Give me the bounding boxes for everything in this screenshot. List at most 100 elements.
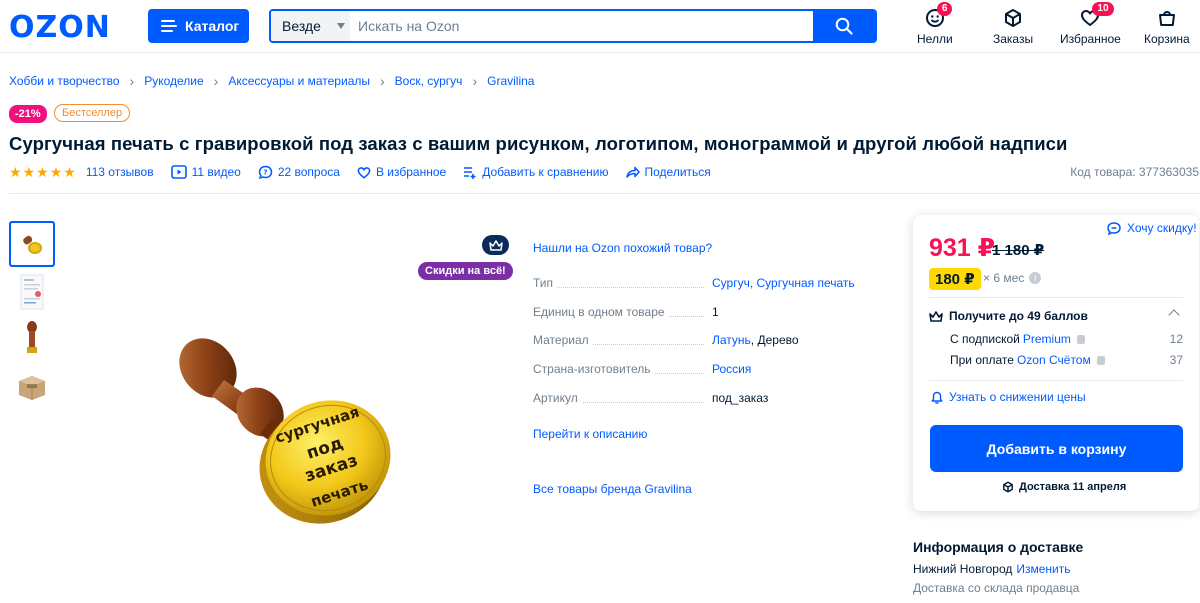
- stamp-thumbnail-image: [23, 235, 42, 254]
- reviews-link[interactable]: 113 отзывов: [86, 165, 154, 179]
- points-header[interactable]: Получите до 49 баллов: [929, 309, 1088, 323]
- points-title: Получите до 49 баллов: [949, 309, 1088, 323]
- breadcrumb-item[interactable]: Аксессуары и материалы: [228, 74, 370, 88]
- old-price: 1 180 ₽: [992, 242, 1045, 259]
- breadcrumb-item[interactable]: Воск, сургуч: [395, 74, 463, 88]
- videos-label: 11 видео: [191, 165, 241, 179]
- gallery-thumbnail[interactable]: [9, 221, 55, 267]
- questions-link[interactable]: ? 22 вопроса: [258, 165, 340, 180]
- header-divider: [0, 52, 1200, 53]
- spec-value: под_заказ: [712, 391, 769, 405]
- installment-months: × 6 мес: [983, 271, 1025, 285]
- points-row-value: 12: [1169, 332, 1183, 346]
- product-meta-bar: ★ ★ ★ ★ ★ 113 отзывов 11 видео ? 22 вопр…: [9, 164, 728, 180]
- go-to-description-link[interactable]: Перейти к описанию: [533, 427, 647, 441]
- search-button[interactable]: [813, 11, 875, 41]
- bell-icon: [931, 391, 943, 404]
- breadcrumb: Хобби и творчество › Рукоделие › Аксессу…: [9, 73, 534, 89]
- bestseller-badge[interactable]: Бестселлер: [54, 104, 131, 122]
- catalog-button[interactable]: Каталог: [148, 9, 249, 43]
- question-bubble-icon: ?: [258, 165, 273, 179]
- gallery-thumbnail[interactable]: [9, 363, 55, 409]
- box-icon: [1003, 481, 1013, 493]
- product-title: Сургучная печать с гравировкой под заказ…: [9, 133, 1068, 154]
- spec-key: Тип: [533, 276, 558, 290]
- spec-key: Материал: [533, 333, 593, 347]
- content-divider: [9, 193, 1200, 194]
- compare-link[interactable]: Добавить к сравнению: [463, 165, 609, 179]
- delivery-from-stock: Доставка со склада продавца: [913, 581, 1080, 595]
- product-sku[interactable]: Код товара: 377363035: [1070, 165, 1199, 179]
- breadcrumb-item[interactable]: Рукоделие: [144, 74, 203, 88]
- change-city-link[interactable]: Изменить: [1016, 562, 1070, 576]
- delivery-city-name: Нижний Новгород: [913, 562, 1013, 576]
- search-input[interactable]: [350, 11, 813, 41]
- box-icon: [1005, 9, 1022, 27]
- notify-label: Узнать о снижении цены: [949, 390, 1086, 404]
- spec-key: Единиц в одном товаре: [533, 305, 669, 319]
- ozon-logo[interactable]: OZON: [9, 10, 111, 45]
- star-icon: ★: [36, 164, 49, 180]
- sales-everything-badge[interactable]: Скидки на всё!: [418, 262, 513, 280]
- delivery-info-title: Информация о доставке: [913, 539, 1084, 555]
- spec-value: 1: [712, 305, 719, 319]
- favorites-badge: 10: [1092, 2, 1114, 16]
- search-icon: [835, 17, 853, 35]
- star-icon: ★: [22, 164, 36, 180]
- search-bar: Везде: [269, 9, 877, 43]
- spec-row: Материал Латунь, Дерево: [533, 333, 863, 347]
- add-favorite-link[interactable]: В избранное: [357, 165, 446, 179]
- points-row-label: С подпиской: [950, 332, 1020, 346]
- rating-stars[interactable]: ★ ★ ★ ★ ★: [9, 165, 76, 179]
- spec-value: , Дерево: [750, 333, 799, 347]
- gallery-thumbnail[interactable]: [9, 316, 55, 362]
- share-link[interactable]: Поделиться: [625, 165, 711, 179]
- header-orders[interactable]: Заказы: [993, 6, 1033, 46]
- delivery-date: Доставка 11 апреля: [1002, 481, 1126, 493]
- ozon-account-link[interactable]: Ozon Счётом: [1017, 353, 1091, 367]
- chevron-right-icon: ›: [380, 73, 385, 89]
- similar-product-link[interactable]: Нашли на Ozon похожий товар?: [533, 241, 712, 255]
- info-icon[interactable]: i: [1029, 272, 1042, 284]
- cart-icon: [1158, 11, 1175, 26]
- video-icon: [170, 165, 187, 179]
- compare-list-icon: [464, 166, 476, 179]
- crown-icon: [488, 239, 503, 251]
- chevron-right-icon: ›: [472, 73, 478, 89]
- spec-key: Страна-изготовитель: [533, 362, 655, 376]
- catalog-label: Каталог: [185, 18, 240, 34]
- header-favorites[interactable]: 10 Избранное: [1060, 2, 1121, 46]
- product-main-image[interactable]: сургучная под заказ печать: [168, 320, 408, 530]
- spec-key: Артикул: [533, 391, 582, 405]
- brand-products-link[interactable]: Все товары бренда Gravilina: [533, 482, 692, 496]
- premium-link[interactable]: Premium: [1023, 332, 1071, 346]
- add-to-cart-button[interactable]: Добавить в корзину: [930, 425, 1183, 472]
- heart-icon: [357, 166, 371, 179]
- compare-label: Добавить к сравнению: [482, 165, 609, 179]
- favorites-label: Избранное: [1060, 32, 1121, 46]
- reviews-label: 113 отзывов: [85, 165, 154, 179]
- premium-crown-badge[interactable]: [482, 235, 509, 255]
- header-cart[interactable]: Корзина: [1144, 6, 1190, 46]
- crown-icon: [929, 310, 943, 322]
- want-discount-link[interactable]: Хочу скидку!: [1107, 221, 1197, 235]
- search-scope-select[interactable]: Везде: [271, 11, 350, 41]
- installment-price[interactable]: 180 ₽: [929, 268, 981, 290]
- spec-value-link[interactable]: Латунь: [712, 333, 751, 347]
- breadcrumb-item[interactable]: Хобби и творчество: [9, 74, 120, 88]
- info-sheet-thumbnail-image: [20, 274, 44, 310]
- videos-link[interactable]: 11 видео: [170, 165, 241, 179]
- caret-down-icon: [336, 23, 345, 29]
- delivery-city: Нижний Новгород Изменить: [913, 562, 1071, 576]
- gallery-thumbnail[interactable]: [9, 269, 55, 315]
- chat-bubble-icon: [1107, 221, 1121, 235]
- star-icon: ★: [9, 164, 22, 180]
- delivery-label: Доставка 11 апреля: [1019, 481, 1127, 493]
- lock-icon: [1076, 334, 1085, 344]
- spec-value-link[interactable]: Россия: [712, 362, 751, 376]
- breadcrumb-item[interactable]: Gravilina: [487, 74, 534, 88]
- spec-value-link[interactable]: Сургуч, Сургучная печать: [712, 276, 855, 290]
- price-drop-notify-link[interactable]: Узнать о снижении цены: [931, 390, 1086, 404]
- header-profile[interactable]: 6 Нелли: [917, 2, 953, 46]
- cart-label: Корзина: [1144, 32, 1190, 46]
